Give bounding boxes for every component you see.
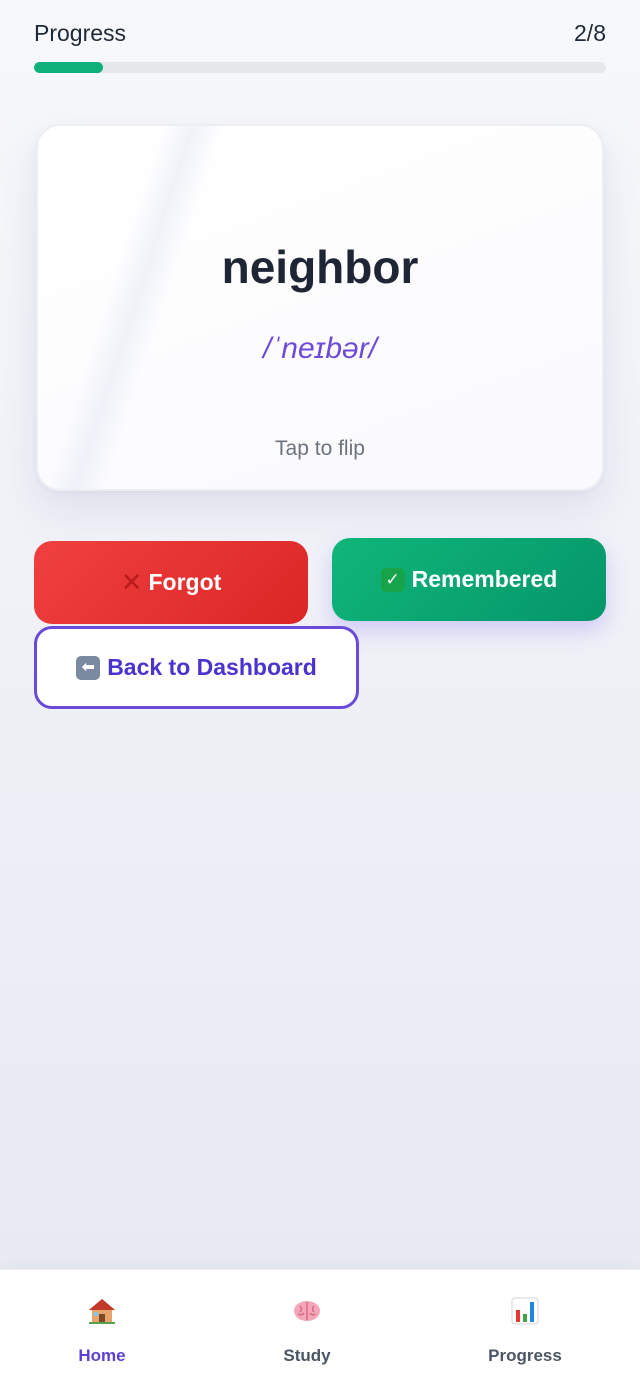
brain-icon (294, 1301, 320, 1321)
back-to-dashboard-button[interactable]: ⬅ Back to Dashboard (34, 626, 359, 709)
progress-label: Progress (34, 19, 127, 46)
card-phonetic: /ˈneɪbər/ (262, 332, 378, 365)
card-shine (38, 126, 236, 489)
forgot-button[interactable]: ✕ Forgot (34, 541, 308, 624)
progress-bar-fill (34, 62, 103, 73)
nav-label-study: Study (283, 1346, 331, 1365)
nav-label-progress: Progress (488, 1346, 562, 1365)
progress-count: 2/8 (574, 19, 606, 46)
check-mark-icon: ✓ (380, 567, 405, 592)
house-icon (89, 1299, 115, 1324)
tap-to-flip-hint: Tap to flip (275, 437, 365, 460)
forgot-button-label: Forgot (148, 569, 222, 595)
back-button-label: Back to Dashboard (107, 654, 317, 680)
flashcard[interactable] (36, 124, 604, 491)
remembered-button[interactable]: ✓ Remembered (332, 538, 606, 621)
progress-bar (34, 62, 606, 73)
cross-mark-icon: ✕ (120, 567, 143, 597)
nav-label-home: Home (78, 1346, 126, 1365)
remembered-button-label: Remembered (411, 566, 558, 592)
bottom-nav: Home Study Progress (0, 1269, 640, 1388)
card-word: neighbor (221, 241, 419, 293)
back-arrow-icon: ⬅ (76, 655, 101, 680)
nav-item-progress[interactable]: Progress (455, 1270, 595, 1388)
progress-header: Progress 2/8 (34, 18, 606, 48)
nav-item-study[interactable]: Study (237, 1270, 377, 1388)
nav-item-home[interactable]: Home (32, 1270, 172, 1388)
bar-chart-icon (511, 1297, 539, 1325)
